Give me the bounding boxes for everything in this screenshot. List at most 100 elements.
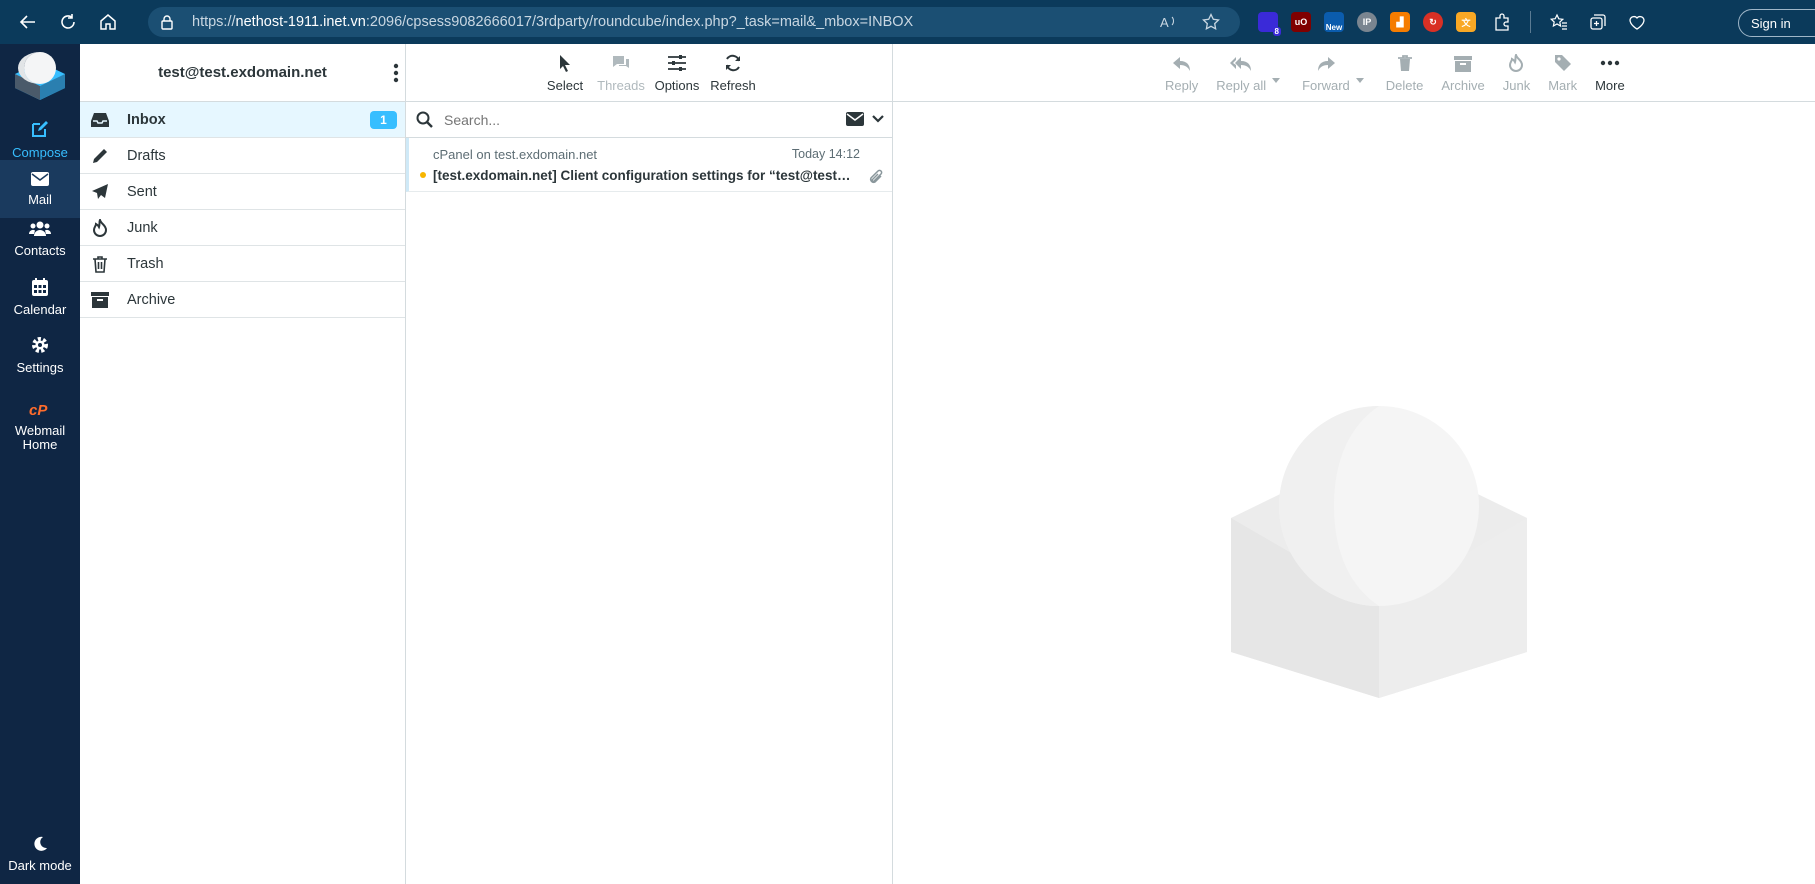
- sign-in-button[interactable]: Sign in: [1738, 9, 1815, 37]
- trash-icon: [90, 255, 110, 273]
- search-bar: [406, 102, 892, 138]
- extension-badge-icon[interactable]: 8: [1258, 12, 1281, 36]
- nav-calendar[interactable]: Calendar: [0, 268, 80, 326]
- folder-junk[interactable]: Junk: [80, 210, 405, 246]
- folder-options-icon[interactable]: [393, 63, 399, 83]
- junk-button[interactable]: Junk: [1503, 54, 1530, 93]
- address-bar[interactable]: https://nethost-1911.inet.vn:2096/cpsess…: [148, 7, 1240, 37]
- message-row[interactable]: cPanel on test.exdomain.net Today 14:12 …: [406, 138, 892, 192]
- roundcube-logo[interactable]: [13, 50, 67, 100]
- read-aloud-icon[interactable]: A: [1160, 14, 1178, 30]
- svg-text:A: A: [1160, 15, 1169, 30]
- calendar-label: Calendar: [13, 301, 67, 317]
- folder-label: Inbox: [127, 111, 166, 128]
- toolbar-divider: [1530, 11, 1531, 33]
- gear-icon: [32, 336, 48, 353]
- folder-panel: test@test.exdomain.net Inbox 1 Drafts Se…: [80, 44, 406, 884]
- message-list-panel: Select Threads Options Refresh cPanel on…: [406, 44, 893, 884]
- more-label: More: [1595, 78, 1625, 93]
- unread-indicator[interactable]: [420, 172, 426, 178]
- threads-label: Threads: [597, 78, 645, 93]
- archive-label: Archive: [1441, 78, 1485, 93]
- nav-webmail-home[interactable]: cP Webmail Home: [0, 394, 80, 460]
- browser-essentials-icon[interactable]: [1624, 9, 1650, 35]
- svg-text:cP: cP: [29, 402, 48, 418]
- search-input[interactable]: [442, 110, 802, 129]
- home-icon: [100, 14, 116, 30]
- contacts-label: Contacts: [14, 242, 66, 258]
- folder-trash[interactable]: Trash: [80, 246, 405, 282]
- roundcube-watermark-logo: [1231, 406, 1527, 698]
- sliders-icon: [668, 55, 686, 71]
- home-button[interactable]: [88, 0, 128, 44]
- archive-button[interactable]: Archive: [1441, 56, 1485, 93]
- extensions-puzzle-icon[interactable]: [1489, 9, 1515, 35]
- pencil-icon: [90, 147, 110, 165]
- archive-icon: [90, 291, 110, 308]
- search-icon[interactable]: [416, 111, 434, 129]
- more-dots-icon: [1600, 60, 1620, 66]
- folder-label: Trash: [127, 255, 164, 272]
- collections-icon[interactable]: [1585, 9, 1611, 35]
- select-button[interactable]: Select: [537, 54, 593, 93]
- trash-icon: [1397, 55, 1412, 71]
- envelope-icon: [31, 171, 49, 186]
- mail-label: Mail: [28, 191, 52, 207]
- translate-icon[interactable]: 文: [1456, 12, 1476, 32]
- folder-label: Sent: [127, 183, 157, 200]
- tag-icon: [1554, 55, 1571, 71]
- search-options-chevron-icon[interactable]: [872, 115, 884, 123]
- forward-button[interactable]: Forward: [1302, 56, 1364, 93]
- mark-button[interactable]: Mark: [1548, 54, 1577, 93]
- refresh-icon: [726, 54, 740, 72]
- folder-sent[interactable]: Sent: [80, 174, 405, 210]
- account-header: test@test.exdomain.net: [80, 44, 405, 102]
- forward-dropdown-icon[interactable]: [1355, 78, 1364, 83]
- url-text: https://nethost-1911.inet.vn:2096/cpsess…: [192, 14, 914, 30]
- threads-button[interactable]: Threads: [593, 54, 649, 93]
- moon-icon: [34, 836, 47, 851]
- junk-label: Junk: [1502, 78, 1531, 93]
- favorites-icon[interactable]: [1546, 9, 1572, 35]
- settings-label: Settings: [16, 359, 64, 375]
- more-button[interactable]: More: [1595, 54, 1625, 93]
- nav-contacts[interactable]: Contacts: [0, 210, 80, 268]
- reply-button[interactable]: Reply: [1165, 56, 1198, 93]
- extensions-bar: 8 uO New IP ▟ ↻ 文: [1258, 0, 1650, 44]
- favorite-star-icon[interactable]: [1202, 13, 1220, 31]
- dark-mode-toggle[interactable]: Dark mode: [0, 826, 80, 882]
- ublock-icon[interactable]: uO: [1291, 12, 1311, 32]
- delete-button[interactable]: Delete: [1386, 54, 1423, 93]
- unread-filter-icon[interactable]: [846, 112, 864, 126]
- back-arrow-icon: [19, 15, 35, 29]
- red-sync-icon[interactable]: ↻: [1423, 12, 1443, 32]
- unread-count-badge: 1: [370, 111, 397, 129]
- reply-all-dropdown-icon[interactable]: [1272, 78, 1281, 83]
- folder-archive[interactable]: Archive: [80, 282, 405, 318]
- ip-icon[interactable]: IP: [1357, 12, 1377, 32]
- dark-mode-label: Dark mode: [8, 857, 72, 873]
- orange-chart-icon[interactable]: ▟: [1390, 12, 1410, 32]
- threads-icon: [613, 56, 629, 68]
- back-button[interactable]: [8, 0, 48, 44]
- reload-icon: [61, 14, 75, 29]
- paper-plane-icon: [90, 183, 110, 201]
- lock-icon[interactable]: [160, 14, 178, 30]
- calendar-icon: [32, 277, 48, 296]
- reload-button[interactable]: [48, 0, 88, 44]
- options-label: Options: [654, 78, 700, 93]
- browser-toolbar: https://nethost-1911.inet.vn:2096/cpsess…: [0, 0, 1815, 44]
- folder-inbox[interactable]: Inbox 1: [80, 102, 405, 138]
- reply-all-button[interactable]: Reply all: [1216, 56, 1281, 93]
- reply-all-label: Reply all: [1216, 78, 1267, 93]
- cursor-icon: [560, 55, 570, 72]
- reply-label: Reply: [1165, 78, 1199, 93]
- new-extension-icon[interactable]: New: [1324, 12, 1344, 32]
- options-button[interactable]: Options: [649, 54, 705, 93]
- reply-icon: [1172, 57, 1190, 71]
- reading-pane: Reply Reply all Forward Delete Archive J…: [893, 44, 1815, 884]
- folder-drafts[interactable]: Drafts: [80, 138, 405, 174]
- refresh-button[interactable]: Refresh: [705, 54, 761, 93]
- forward-label: Forward: [1302, 78, 1350, 93]
- nav-settings[interactable]: Settings: [0, 326, 80, 384]
